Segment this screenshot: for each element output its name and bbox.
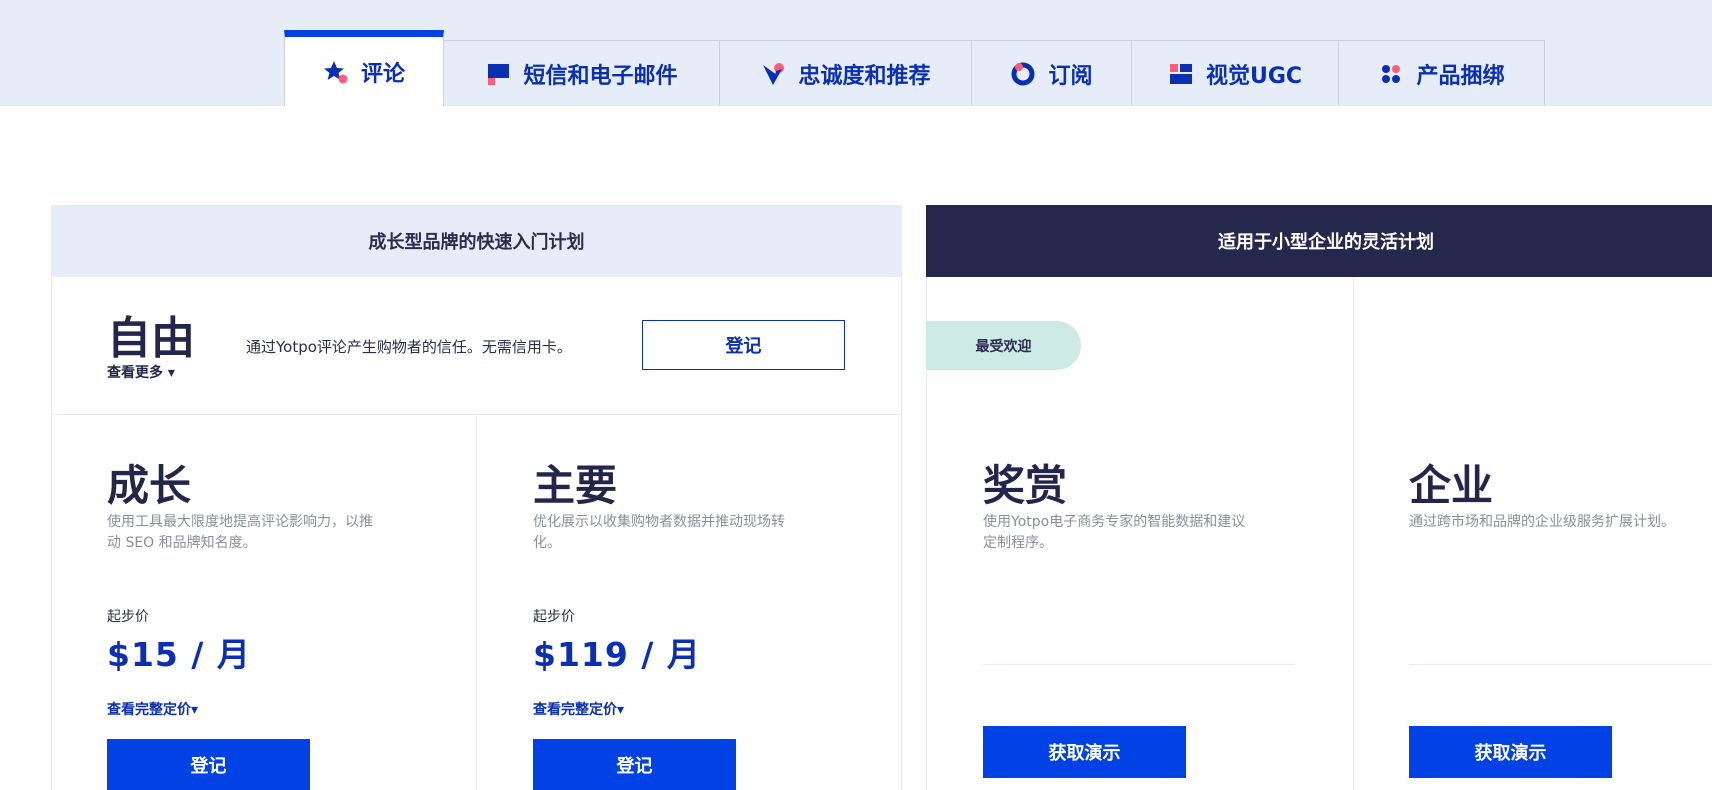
tab-label: 订阅: [1048, 63, 1093, 89]
free-plan-title: 自由: [107, 313, 195, 364]
free-plan-description: 通过Yotpo评论产生购物者的信任。无需信用卡。: [246, 338, 572, 356]
growth-plan-title: 成长: [107, 461, 192, 510]
growth-signup-button[interactable]: 登记: [107, 739, 310, 790]
premium-signup-button[interactable]: 登记: [533, 739, 736, 790]
flexible-plans-header: 适用于小型企业的灵活计划: [926, 205, 1712, 277]
product-tabs: 评论 短信和电子邮件 忠诚度和推荐 订阅 视觉UGC 产品捆绑: [284, 30, 1545, 106]
heart-icon: [760, 61, 786, 87]
divider: [983, 664, 1295, 665]
message-icon: [485, 61, 511, 87]
growth-plan-description: 使用工具最大限度地提高评论影响力，以推动 SEO 和品牌知名度。: [107, 514, 373, 551]
growth-from-label: 起步价: [107, 609, 149, 625]
tab-label: 短信和电子邮件: [523, 63, 678, 89]
growth-full-pricing-link[interactable]: 查看完整定价▾: [107, 699, 198, 719]
enterprise-demo-button[interactable]: 获取演示: [1409, 726, 1612, 778]
divider: [1353, 277, 1354, 790]
tab-sms-email[interactable]: 短信和电子邮件: [444, 40, 720, 106]
gallery-icon: [1168, 61, 1194, 87]
subscription-icon: [1010, 61, 1036, 87]
enterprise-plan-description: 通过跨市场和品牌的企业级服务扩展计划。: [1409, 514, 1675, 530]
premium-plan-description: 优化展示以收集购物者数据并推动现场转化。: [533, 514, 785, 551]
tab-subscriptions[interactable]: 订阅: [972, 40, 1132, 106]
tab-visual-ugc[interactable]: 视觉UGC: [1132, 40, 1339, 106]
tab-loyalty[interactable]: 忠诚度和推荐: [720, 40, 972, 106]
premium-from-label: 起步价: [533, 609, 575, 625]
tab-bundles[interactable]: 产品捆绑: [1339, 40, 1545, 106]
rewards-demo-button[interactable]: 获取演示: [983, 726, 1186, 778]
enterprise-plan-title: 企业: [1409, 461, 1494, 510]
tab-label: 忠诚度和推荐: [798, 63, 931, 89]
tab-label: 评论: [360, 61, 405, 87]
bundle-icon: [1378, 61, 1404, 87]
rewards-plan-title: 奖赏: [983, 461, 1068, 510]
free-signup-button[interactable]: 登记: [642, 320, 845, 370]
star-icon: [323, 59, 349, 85]
premium-plan-title: 主要: [533, 461, 618, 510]
starter-plans-header: 成长型品牌的快速入门计划: [51, 205, 902, 277]
tab-label: 视觉UGC: [1205, 63, 1303, 89]
most-popular-badge: 最受欢迎: [926, 321, 1081, 370]
divider: [476, 415, 477, 790]
free-see-more-link[interactable]: 查看更多 ▾: [107, 362, 175, 382]
tab-label: 产品捆绑: [1416, 63, 1505, 89]
rewards-plan-description: 使用Yotpo电子商务专家的智能数据和建议定制程序。: [983, 514, 1246, 551]
premium-full-pricing-link[interactable]: 查看完整定价▾: [533, 699, 624, 719]
divider: [1409, 664, 1712, 665]
premium-price: $119 / 月: [533, 635, 701, 674]
tab-reviews[interactable]: 评论: [284, 30, 444, 106]
growth-price: $15 / 月: [107, 635, 251, 674]
